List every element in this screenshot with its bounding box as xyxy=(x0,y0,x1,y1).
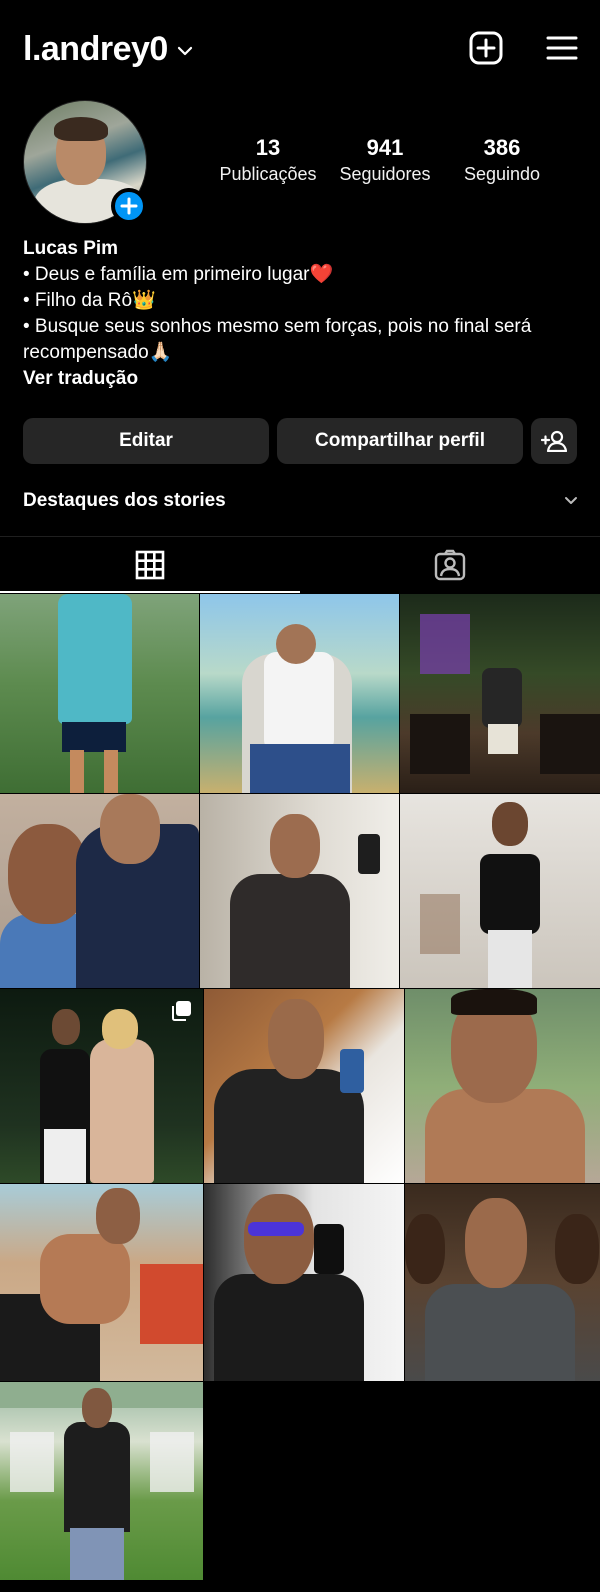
new-post-icon xyxy=(469,31,503,65)
account-switcher[interactable]: l.andrey0 xyxy=(23,28,194,70)
post-thumbnail[interactable] xyxy=(204,989,404,1183)
posts-count: 13 xyxy=(255,135,281,160)
posts-label: Publicações xyxy=(219,164,317,184)
bio-line-1: • Deus e família em primeiro lugar❤️ xyxy=(23,264,334,285)
share-profile-button[interactable]: Compartilhar perfil xyxy=(277,418,523,464)
post-thumbnail[interactable] xyxy=(0,989,203,1183)
bio-line-3: • Busque seus sonhos mesmo sem forças, p… xyxy=(23,316,532,363)
bio-line-2: • Filho da Rô👑 xyxy=(23,290,156,311)
post-thumbnail[interactable] xyxy=(200,794,399,988)
stat-posts[interactable]: 13 Publicações xyxy=(210,134,326,186)
tab-tagged[interactable] xyxy=(300,537,600,593)
multi-photo-icon xyxy=(172,1001,191,1021)
profile-name: Lucas Pim xyxy=(23,238,119,259)
grid-icon xyxy=(135,550,165,580)
username: l.andrey0 xyxy=(23,30,168,68)
edit-profile-button[interactable]: Editar xyxy=(23,418,269,464)
post-thumbnail[interactable] xyxy=(0,1184,203,1381)
post-thumbnail[interactable] xyxy=(400,594,600,793)
following-label: Seguindo xyxy=(463,164,541,184)
post-thumbnail[interactable] xyxy=(0,794,199,988)
menu-icon xyxy=(546,36,578,60)
profile-stats: 13 Publicações 941 Seguidores 386 Seguin… xyxy=(210,134,560,186)
add-story-button[interactable] xyxy=(111,188,147,224)
highlights-label: Destaques dos stories xyxy=(23,490,226,511)
tagged-icon xyxy=(434,549,466,581)
add-person-icon xyxy=(541,430,567,452)
new-post-button[interactable] xyxy=(466,28,506,68)
post-thumbnail[interactable] xyxy=(405,989,600,1183)
post-thumbnail[interactable] xyxy=(0,594,199,793)
see-translation-link[interactable]: Ver tradução xyxy=(23,366,583,392)
post-thumbnail[interactable] xyxy=(0,1382,203,1580)
post-thumbnail[interactable] xyxy=(400,794,600,988)
profile-actions: Editar Compartilhar perfil xyxy=(23,418,577,464)
profile-avatar-wrap[interactable] xyxy=(23,100,147,224)
post-thumbnail[interactable] xyxy=(200,594,399,793)
header: l.andrey0 xyxy=(0,0,600,100)
chevron-down-icon xyxy=(565,497,577,504)
stat-followers[interactable]: 941 Seguidores xyxy=(327,134,443,186)
tab-posts-grid[interactable] xyxy=(0,537,300,593)
profile-tabs xyxy=(0,537,600,593)
chevron-down-icon xyxy=(177,46,192,56)
add-story-icon xyxy=(120,197,138,215)
story-highlights-toggle[interactable]: Destaques dos stories xyxy=(23,490,579,512)
menu-button[interactable] xyxy=(542,28,582,68)
followers-count: 941 xyxy=(366,135,404,160)
stat-following[interactable]: 386 Seguindo xyxy=(444,134,560,186)
post-thumbnail[interactable] xyxy=(204,1184,404,1381)
discover-people-button[interactable] xyxy=(531,418,577,464)
post-thumbnail[interactable] xyxy=(405,1184,600,1381)
followers-label: Seguidores xyxy=(339,164,431,184)
bio: Lucas Pim • Deus e família em primeiro l… xyxy=(23,236,583,392)
following-count: 386 xyxy=(483,135,521,160)
